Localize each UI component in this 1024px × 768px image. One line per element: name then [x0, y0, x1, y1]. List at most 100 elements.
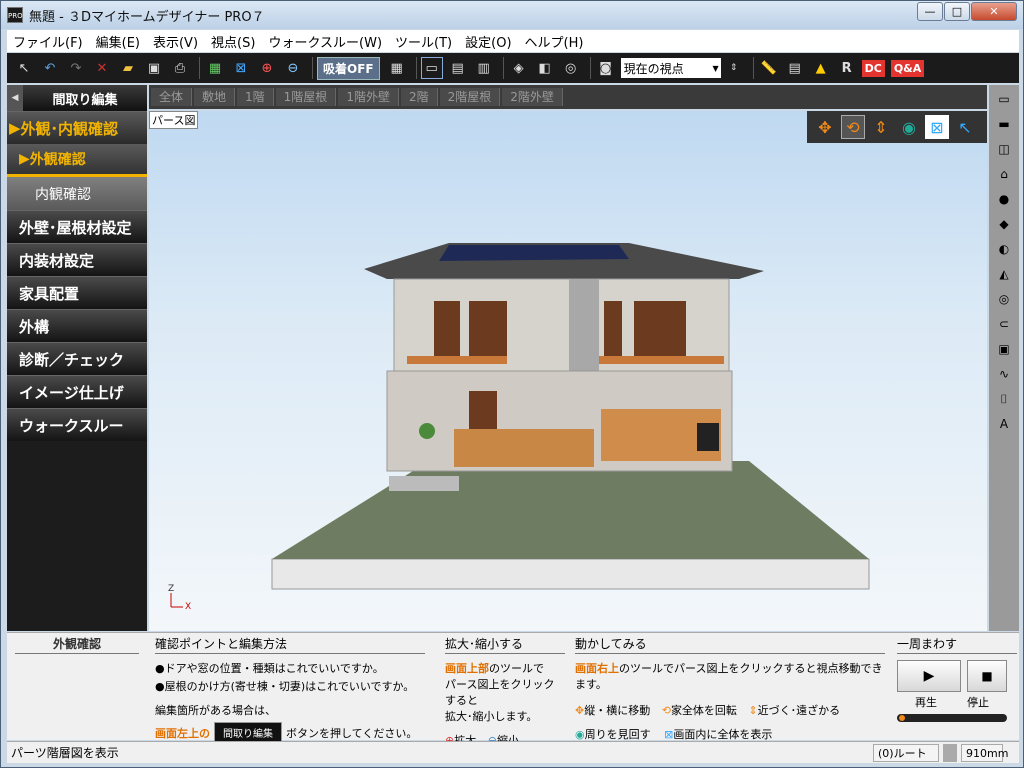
move-header: 動かしてみる — [575, 635, 885, 654]
collapse-arrow-icon[interactable]: ◀ — [7, 85, 23, 111]
tab-2f-roof[interactable]: 2階屋根 — [439, 88, 501, 106]
nav-interior-check[interactable]: 内観確認 — [7, 177, 147, 210]
nav-exterior-interior[interactable]: ▶ 外観･内観確認 — [7, 111, 147, 144]
nav-image-finish[interactable]: イメージ仕上げ — [7, 375, 147, 408]
paint-bucket-icon[interactable]: ◈ — [508, 57, 530, 79]
fit-help-label: 画面内に全体を表示 — [673, 728, 773, 741]
window-title: 無題 - ３Dマイホームデザイナー PRO７ — [29, 9, 265, 25]
roof-icon[interactable]: ⌂ — [991, 163, 1017, 185]
toolbar-separator — [415, 57, 417, 79]
status-text: パーツ階層図を表示 — [11, 746, 119, 760]
rotate-help-icon: ⟲ — [661, 704, 671, 717]
madori-edit-mini-button: 間取り編集 — [214, 722, 282, 743]
ground-plate — [271, 558, 870, 590]
rotate-play-header: 一周まわす — [897, 635, 1017, 654]
tab-1f[interactable]: 1階 — [237, 88, 274, 106]
render-icon[interactable]: R — [836, 57, 858, 79]
stairs-icon[interactable]: ⌷ — [991, 388, 1017, 410]
fit-icon[interactable]: ⊠ — [230, 57, 252, 79]
menu-walkthrough[interactable]: ウォークスルー(W) — [268, 32, 382, 51]
image-icon[interactable]: ▦ — [204, 57, 226, 79]
dc-button[interactable]: DC — [861, 59, 885, 77]
toolbar-separator — [752, 57, 754, 79]
light-icon[interactable]: ▲ — [810, 57, 832, 79]
grid-icon[interactable]: ▦ — [386, 57, 408, 79]
cube-icon[interactable]: ◆ — [991, 213, 1017, 235]
tab-all[interactable]: 全体 — [151, 88, 193, 106]
nav-exterior-construction[interactable]: 外構 — [7, 309, 147, 342]
camera-icon[interactable]: ◙ — [595, 57, 617, 79]
material-icon[interactable]: ◧ — [534, 57, 556, 79]
nav-exterior-check[interactable]: ▶ 外観確認 — [7, 144, 147, 177]
viewpoint-select[interactable]: 現在の視点 — [620, 58, 721, 78]
lookaround-help-label: 周りを見回す — [584, 728, 651, 741]
menu-view[interactable]: 表示(V) — [153, 32, 198, 51]
axis-x-label: X — [185, 602, 191, 612]
tab-1f-wall[interactable]: 1階外壁 — [338, 88, 399, 106]
grid-size-indicator: 910mm — [961, 744, 1008, 762]
zoom-in-icon[interactable]: ⊕ — [256, 57, 278, 79]
pointer-icon[interactable]: ↖ — [13, 57, 35, 79]
pipe-icon[interactable]: ⊂ — [991, 313, 1017, 335]
madori-edit-button[interactable]: 間取り編集 — [23, 89, 147, 108]
snap-toggle-button[interactable]: 吸着OFF — [317, 56, 380, 80]
save-icon[interactable]: ▣ — [143, 57, 165, 79]
menu-file[interactable]: ファイル(F) — [13, 32, 83, 51]
menu-settings[interactable]: 設定(O) — [465, 32, 511, 51]
nav-walkthrough[interactable]: ウォークスルー — [7, 408, 147, 441]
floor-plate-icon[interactable]: ▭ — [991, 88, 1017, 110]
bottom-help-panel: 外観確認 確認ポイントと編集方法 ●ドアや窓の位置・種類はこれでいいですか。 ●… — [7, 632, 1019, 747]
tab-2f-wall[interactable]: 2階外壁 — [502, 88, 563, 106]
sphere-icon[interactable]: ● — [991, 188, 1017, 210]
stop-button[interactable]: ■ — [967, 660, 1007, 692]
target-icon[interactable]: ◎ — [560, 57, 582, 79]
nav-diagnose-check[interactable]: 診断／チェック — [7, 342, 147, 375]
redo-icon[interactable]: ↷ — [65, 57, 87, 79]
toolbar-separator — [502, 57, 504, 79]
nav-wall-roof-material[interactable]: 外壁･屋根材設定 — [7, 210, 147, 243]
nav-furniture[interactable]: 家具配置 — [7, 276, 147, 309]
zoom-out-icon[interactable]: ⊖ — [282, 57, 304, 79]
ruler-icon[interactable]: 📏 — [758, 57, 780, 79]
wall-icon[interactable]: ▬ — [991, 113, 1017, 135]
prism-icon[interactable]: ◭ — [991, 263, 1017, 285]
ground-lawn — [272, 461, 869, 559]
text-3d-icon[interactable]: A — [991, 413, 1017, 435]
delete-icon[interactable]: ✕ — [91, 57, 113, 79]
panel-icon[interactable]: ▤ — [784, 57, 806, 79]
layout-icon[interactable]: ◫ — [991, 138, 1017, 160]
nav-interior-material[interactable]: 内装材設定 — [7, 243, 147, 276]
tab-1f-roof[interactable]: 1階屋根 — [275, 88, 337, 106]
app-icon[interactable]: PRO — [7, 7, 23, 23]
window-layout-split-icon[interactable]: ▤ — [447, 57, 469, 79]
play-button[interactable]: ▶ — [897, 660, 961, 692]
status-bar: パーツ階層図を表示 (0)ルート 910mm — [7, 741, 1019, 763]
route-indicator: (0)ルート — [873, 744, 939, 762]
menu-tools[interactable]: ツール(T) — [395, 32, 452, 51]
menu-help[interactable]: ヘルプ(H) — [525, 32, 584, 51]
minimize-button[interactable]: — — [917, 2, 943, 21]
curve-icon[interactable]: ∿ — [991, 363, 1017, 385]
spinner-icon[interactable]: ⇕ — [723, 57, 745, 79]
solar-panels — [439, 245, 629, 261]
window-layout-wide-icon[interactable]: ▥ — [473, 57, 495, 79]
window-layout-single-icon[interactable]: ▭ — [420, 57, 443, 79]
box-icon[interactable]: ▣ — [991, 338, 1017, 360]
ring-icon[interactable]: ◎ — [991, 288, 1017, 310]
toolbar-separator — [199, 57, 200, 79]
qa-button[interactable]: Q&A — [890, 59, 925, 77]
menu-viewpoint[interactable]: 視点(S) — [211, 32, 255, 51]
tab-site[interactable]: 敷地 — [194, 88, 236, 106]
move-help-label: 縦・横に移動 — [584, 704, 651, 717]
perspective-view[interactable]: パース図 ✥ ⟲ ⇕ ◉ ⊠ ↖ Z X — [149, 111, 987, 631]
title-bar: PRO 無題 - ３Dマイホームデザイナー PRO７ — □ ✕ — [1, 1, 1023, 29]
close-button[interactable]: ✕ — [971, 2, 1017, 21]
print-icon[interactable]: ⎙ — [169, 57, 191, 79]
tab-2f[interactable]: 2階 — [400, 88, 438, 106]
undo-icon[interactable]: ↶ — [39, 57, 61, 79]
shapes-icon[interactable]: ◐ — [991, 238, 1017, 260]
menu-edit[interactable]: 編集(E) — [96, 32, 140, 51]
left-panel-header: ◀ 間取り編集 — [7, 85, 147, 111]
open-folder-icon[interactable]: ▰ — [117, 57, 139, 79]
maximize-button[interactable]: □ — [944, 2, 970, 21]
